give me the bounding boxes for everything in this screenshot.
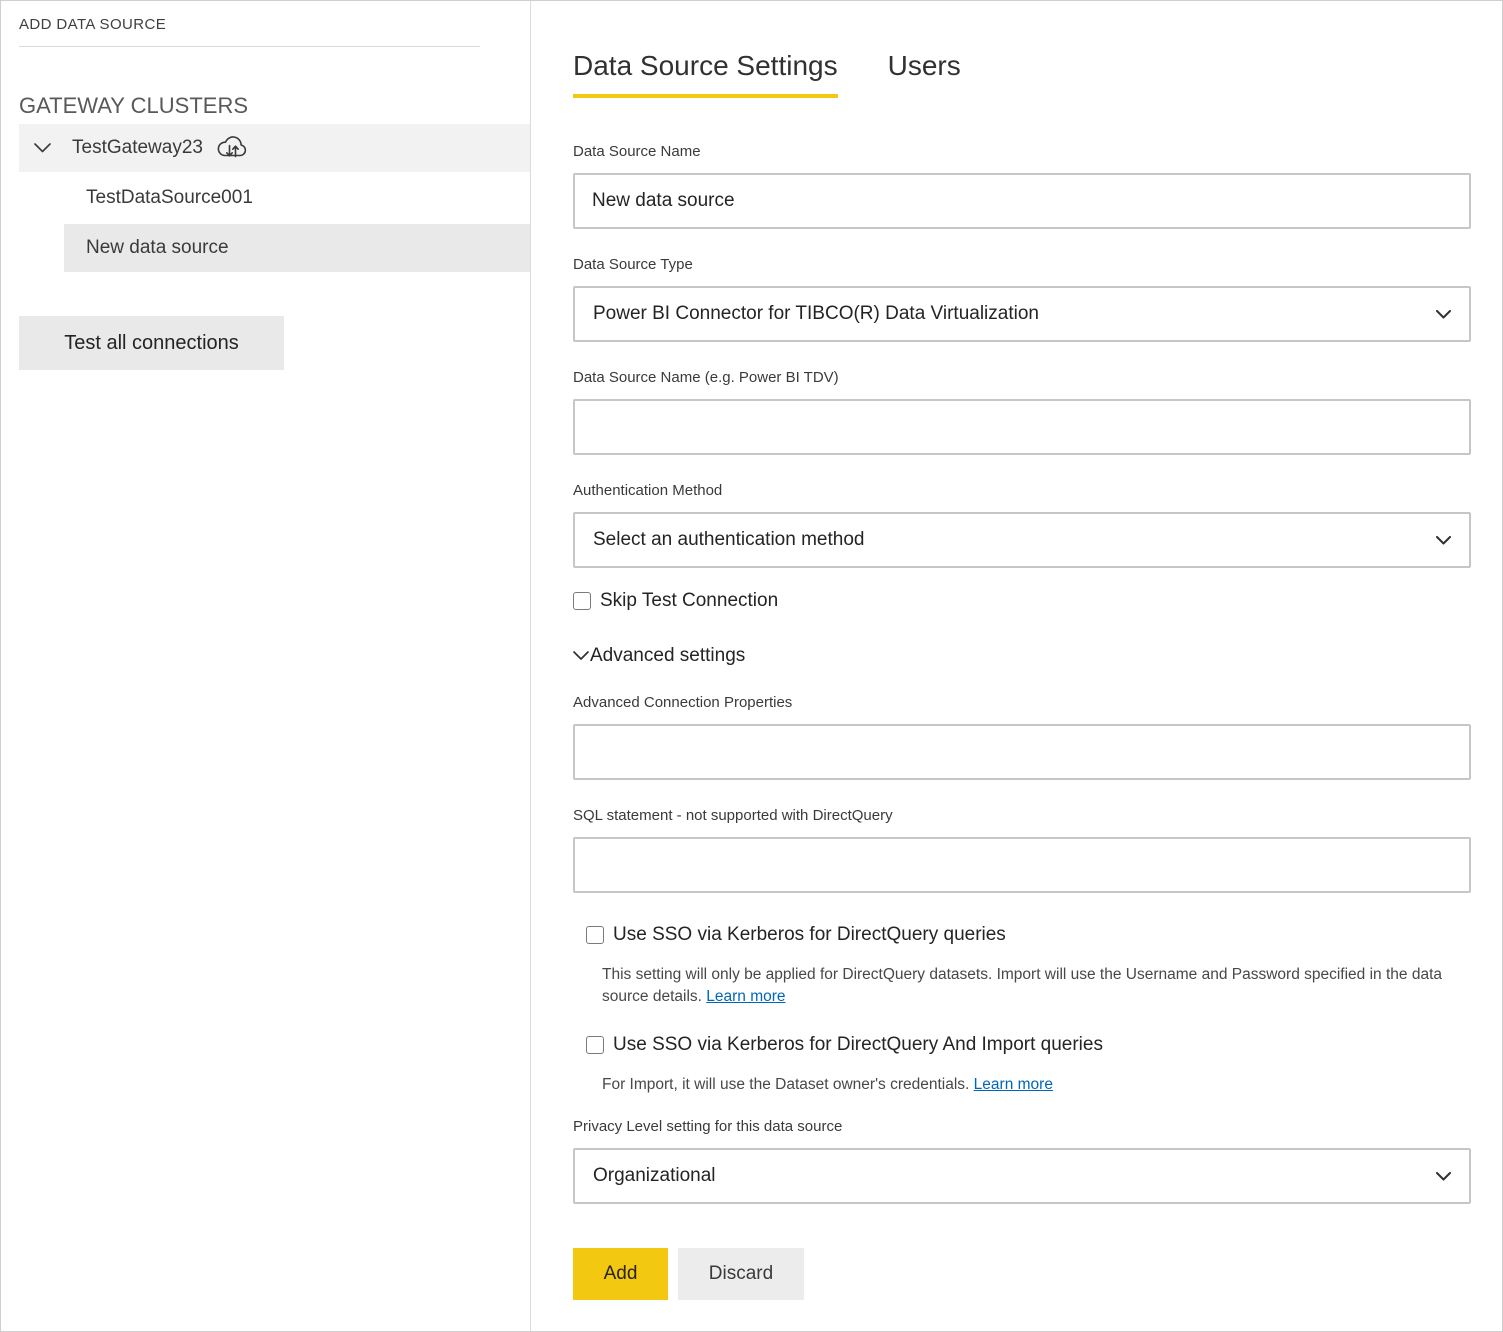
advanced-connection-properties-input[interactable] [573,724,1471,780]
data-source-item-label: TestDataSource001 [86,187,253,209]
tab-data-source-settings[interactable]: Data Source Settings [573,50,838,98]
chevron-down-icon [1436,536,1451,545]
sidebar-item-testdatasource001[interactable]: TestDataSource001 [64,174,530,222]
sql-statement-field: SQL statement - not supported with Direc… [573,807,1492,893]
sso-directquery-import-row: Use SSO via Kerberos for DirectQuery And… [586,1034,1492,1056]
privacy-level-select[interactable]: Organizational [573,1148,1471,1204]
add-data-source-page: ADD DATA SOURCE GATEWAY CLUSTERS TestGat… [0,0,1503,1332]
sso-directquery-row: Use SSO via Kerberos for DirectQuery que… [586,924,1492,946]
data-source-type-field: Data Source Type Power BI Connector for … [573,256,1492,342]
data-source-name-input[interactable] [573,173,1471,229]
test-all-connections-button[interactable]: Test all connections [19,316,284,370]
sidebar: ADD DATA SOURCE GATEWAY CLUSTERS TestGat… [1,1,531,1331]
authentication-method-label: Authentication Method [573,482,1492,499]
sso-directquery-label: Use SSO via Kerberos for DirectQuery que… [613,924,1006,946]
advanced-connection-properties-label: Advanced Connection Properties [573,694,1492,711]
sso-directquery-import-checkbox[interactable] [586,1036,604,1054]
authentication-method-field: Authentication Method Select an authenti… [573,482,1492,568]
sso-directquery-help-text: This setting will only be applied for Di… [602,964,1492,1008]
gateway-name: TestGateway23 [72,137,203,159]
data-source-name-field: Data Source Name [573,143,1492,229]
data-source-settings-panel: Data Source Settings Users Data Source N… [531,1,1503,1331]
sso-directquery-checkbox[interactable] [586,926,604,944]
authentication-method-value: Select an authentication method [593,529,864,551]
privacy-level-value: Organizational [593,1165,716,1187]
tab-bar: Data Source Settings Users [573,50,1492,98]
data-source-type-value: Power BI Connector for TIBCO(R) Data Vir… [593,303,1039,325]
advanced-settings-label: Advanced settings [590,645,745,667]
add-button[interactable]: Add [573,1248,668,1300]
data-source-type-select[interactable]: Power BI Connector for TIBCO(R) Data Vir… [573,286,1471,342]
learn-more-link[interactable]: Learn more [706,988,785,1005]
chevron-down-icon [1436,310,1451,319]
data-source-name-label: Data Source Name [573,143,1492,160]
authentication-method-select[interactable]: Select an authentication method [573,512,1471,568]
tab-users[interactable]: Users [888,50,961,98]
privacy-level-label: Privacy Level setting for this data sour… [573,1118,1492,1135]
gateway-cloud-sync-icon [215,135,250,162]
skip-test-connection-label: Skip Test Connection [600,590,778,612]
advanced-connection-properties-field: Advanced Connection Properties [573,694,1492,780]
gateway-clusters-heading: GATEWAY CLUSTERS [19,93,530,119]
sql-statement-input[interactable] [573,837,1471,893]
skip-test-connection-checkbox[interactable] [573,592,591,610]
learn-more-link[interactable]: Learn more [974,1076,1053,1093]
discard-button[interactable]: Discard [678,1248,804,1300]
chevron-down-icon [573,651,589,661]
data-source-name-tdv-field: Data Source Name (e.g. Power BI TDV) [573,369,1492,455]
data-source-name-tdv-input[interactable] [573,399,1471,455]
advanced-settings-toggle[interactable]: Advanced settings [573,645,1492,667]
sso-directquery-import-label: Use SSO via Kerberos for DirectQuery And… [613,1034,1103,1056]
sidebar-divider [19,46,480,47]
form-action-buttons: Add Discard [573,1248,1492,1300]
skip-test-connection-row: Skip Test Connection [573,590,1492,612]
data-source-name-tdv-label: Data Source Name (e.g. Power BI TDV) [573,369,1492,386]
sso-directquery-import-help: For Import, it will use the Dataset owne… [602,1076,969,1093]
chevron-down-icon [1436,1172,1451,1181]
data-source-type-label: Data Source Type [573,256,1492,273]
page-title: ADD DATA SOURCE [19,16,530,33]
sidebar-item-gateway-cluster[interactable]: TestGateway23 [19,124,530,172]
sidebar-item-new-data-source[interactable]: New data source [64,224,530,272]
privacy-level-field: Privacy Level setting for this data sour… [573,1118,1492,1204]
chevron-down-icon[interactable] [34,143,51,153]
data-source-item-label: New data source [86,237,229,259]
sso-directquery-import-help-text: For Import, it will use the Dataset owne… [602,1074,1492,1096]
sql-statement-label: SQL statement - not supported with Direc… [573,807,1492,824]
